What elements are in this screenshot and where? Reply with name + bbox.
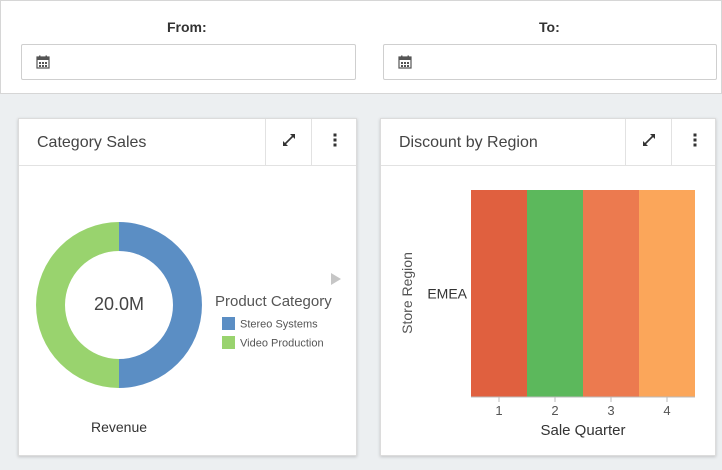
- legend-item-label[interactable]: Video Production: [240, 338, 324, 350]
- card-header: Discount by Region: [381, 119, 715, 166]
- x-tick-label: 1: [495, 403, 502, 418]
- date-filter-bar: From: To:: [0, 0, 722, 94]
- x-axis-label: Revenue: [91, 419, 147, 435]
- heatmap-cell[interactable]: [471, 190, 527, 397]
- legend-swatch: [222, 336, 235, 349]
- discount-by-region-chart: 1 2 3 4 EMEA Sale Quarter Store Region: [399, 190, 695, 439]
- to-label: To:: [539, 19, 560, 35]
- x-axis-label: Sale Quarter: [540, 422, 625, 439]
- calendar-icon[interactable]: [398, 55, 412, 74]
- x-tick-label: 4: [663, 403, 670, 418]
- x-tick-label: 2: [551, 403, 558, 418]
- legend-item-label[interactable]: Stereo Systems: [240, 319, 318, 331]
- donut-center-value: 20.0M: [94, 294, 144, 314]
- card-title: Discount by Region: [399, 134, 538, 151]
- expand-button[interactable]: [625, 119, 671, 165]
- vertical-dots-menu-icon: [332, 133, 338, 152]
- y-tick-label: EMEA: [427, 286, 467, 302]
- expand-button[interactable]: [265, 119, 311, 165]
- y-axis-label: Store Region: [399, 252, 415, 334]
- x-tick-label: 3: [607, 403, 614, 418]
- card-header: Category Sales: [19, 119, 356, 166]
- vertical-dots-menu-icon: [692, 133, 698, 152]
- legend-swatch: [222, 317, 235, 330]
- triangle-right-icon[interactable]: [331, 273, 341, 285]
- card-title: Category Sales: [37, 134, 147, 151]
- from-label: From:: [167, 19, 207, 35]
- expand-icon: [642, 133, 656, 152]
- heatmap-cell[interactable]: [583, 190, 639, 397]
- heatmap-cell[interactable]: [527, 190, 583, 397]
- to-date-field[interactable]: [383, 44, 717, 80]
- discount-by-region-card: Discount by Region 1234 EMEA Sale Quarte…: [380, 118, 716, 456]
- legend-title: Product Category: [215, 293, 332, 310]
- category-sales-card: Category Sales 20.0M Revenue Product Cat…: [18, 118, 357, 456]
- expand-icon: [282, 133, 296, 152]
- calendar-icon[interactable]: [36, 55, 50, 74]
- category-sales-chart: 20.0M Revenue Product Category Stereo Sy…: [36, 222, 341, 435]
- card-menu-button[interactable]: [311, 119, 357, 165]
- heatmap-cell[interactable]: [639, 190, 695, 397]
- from-date-field[interactable]: [21, 44, 356, 80]
- card-menu-button[interactable]: [671, 119, 717, 165]
